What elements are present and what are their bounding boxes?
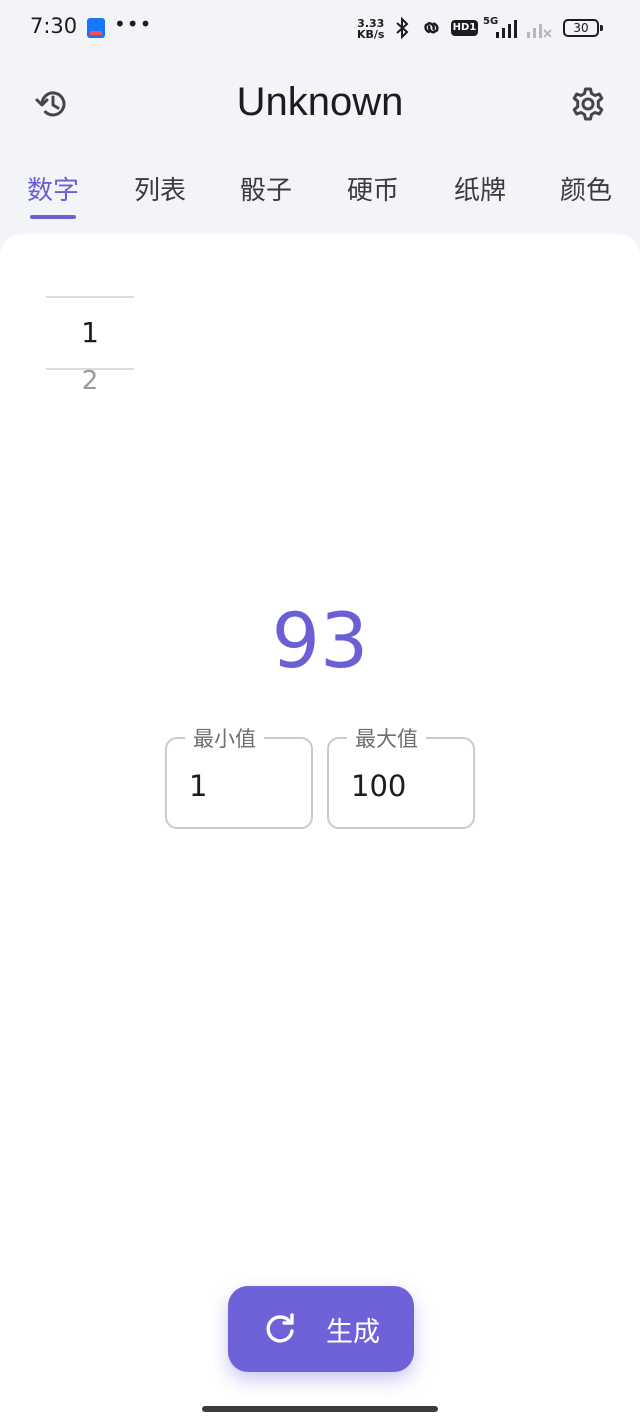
battery-indicator: 30 <box>563 19 603 37</box>
alipay-notification-icon <box>87 18 105 38</box>
gear-icon <box>572 87 604 121</box>
picker-next-value[interactable]: 2 <box>46 366 134 396</box>
refresh-icon <box>266 1313 294 1343</box>
signal-strength-icon <box>496 20 517 38</box>
random-result: 93 <box>271 596 369 685</box>
app-screen: 7:30 ••• 3.33 KB/s HD1 5G 30 Unknown 数字 … <box>0 0 640 1422</box>
min-value-input[interactable]: 1 <box>189 769 207 803</box>
main-card: 1 2 93 最小值 1 最大值 100 生成 <box>0 234 640 1422</box>
count-picker[interactable]: 1 2 <box>46 296 134 416</box>
generate-button[interactable]: 生成 <box>228 1286 414 1372</box>
status-time: 7:30 <box>30 14 78 38</box>
home-indicator[interactable] <box>202 1406 438 1412</box>
max-value-label: 最大值 <box>347 723 426 753</box>
tab-color[interactable]: 颜色 <box>551 170 621 207</box>
app-bar: Unknown <box>0 60 640 150</box>
settings-button[interactable] <box>564 80 612 128</box>
picker-selected-value[interactable]: 1 <box>46 316 134 349</box>
max-value-field[interactable]: 最大值 100 <box>327 723 475 829</box>
tab-coin[interactable]: 硬币 <box>338 170 408 207</box>
generate-button-label: 生成 <box>326 1316 380 1348</box>
min-value-field[interactable]: 最小值 1 <box>165 723 313 829</box>
status-bar: 7:30 ••• 3.33 KB/s HD1 5G 30 <box>0 0 640 60</box>
page-title: Unknown <box>236 80 404 124</box>
tab-list[interactable]: 列表 <box>125 170 195 207</box>
tab-dice[interactable]: 骰子 <box>231 170 301 207</box>
network-speed: 3.33 KB/s <box>357 18 384 40</box>
more-notifications-icon: ••• <box>114 12 153 36</box>
min-value-label: 最小值 <box>185 723 264 753</box>
bluetooth-icon <box>396 16 409 40</box>
signal-no-service-icon <box>527 24 552 38</box>
hd-voice-badge: HD1 <box>451 20 478 36</box>
tab-indicator <box>30 215 76 219</box>
tab-number[interactable]: 数字 <box>18 170 88 207</box>
tab-cards[interactable]: 纸牌 <box>445 170 515 207</box>
max-value-input[interactable]: 100 <box>351 769 406 803</box>
network-speed-unit: KB/s <box>357 28 385 41</box>
category-tabs: 数字 列表 骰子 硬币 纸牌 颜色 <box>0 160 640 222</box>
picker-divider-top <box>46 296 134 298</box>
link-icon <box>424 21 439 34</box>
